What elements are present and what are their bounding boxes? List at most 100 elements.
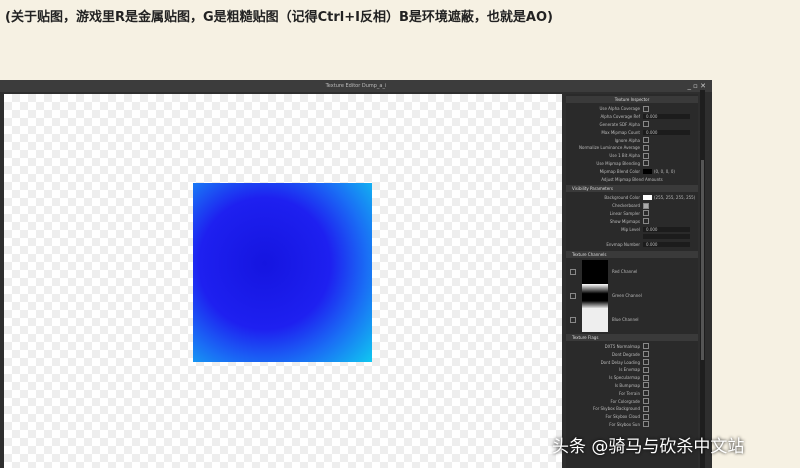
flag-checkbox[interactable]: [643, 374, 649, 381]
texture-editor-window: Texture Editor Dump_a_i _ ▫ ✕ Texture Ins…: [0, 80, 712, 468]
property-row: Linear Sampler: [566, 210, 698, 218]
checkbox[interactable]: [643, 144, 649, 151]
property-row: Ignore Alpha: [566, 136, 698, 144]
channels-section-header[interactable]: Texture Channels: [566, 250, 698, 258]
property-row: Use 1 Bit Alpha: [566, 152, 698, 160]
channel-label: Red Channel: [612, 269, 638, 275]
channel-thumbnail: [582, 259, 608, 284]
property-label: Show Mipmaps: [609, 218, 640, 224]
flags-section-header[interactable]: Texture Flags: [566, 333, 698, 341]
property-label: Ignore Alpha: [614, 137, 640, 143]
flag-label: DXT5 Normalmap: [604, 343, 640, 349]
color-value: (255, 255, 255, 255): [654, 195, 696, 201]
checkbox[interactable]: [643, 202, 649, 209]
flag-row: Is Bumpmap: [566, 382, 698, 390]
channel-row[interactable]: Blue Channel: [566, 307, 698, 332]
color-swatch[interactable]: [643, 195, 652, 201]
flag-checkbox[interactable]: [643, 413, 649, 420]
channel-toggle[interactable]: [570, 316, 576, 323]
flag-row: For Skybox Background: [566, 405, 698, 413]
property-row: Mip Level 0.000: [566, 225, 698, 233]
property-label: Background Color: [604, 195, 640, 201]
flag-checkbox[interactable]: [643, 343, 649, 350]
flag-label: For Colorgrade: [610, 398, 640, 404]
value-input[interactable]: 0.000: [643, 242, 690, 248]
property-label: Checkerboard: [612, 203, 640, 209]
channel-thumbnail: [582, 307, 608, 332]
checkbox[interactable]: [643, 218, 649, 225]
property-label: Generate SDF Alpha: [599, 121, 640, 127]
flag-checkbox[interactable]: [643, 366, 649, 373]
flag-label: Is Envmap: [619, 367, 640, 373]
property-label: Max Mipmap Count: [601, 129, 640, 135]
property-label: Mip Level: [621, 226, 640, 232]
flag-label: For Terrain: [618, 390, 640, 396]
property-row: Mipmap Blend Color (0, 0, 0, 0): [566, 167, 698, 175]
flag-row: Is Envmap: [566, 366, 698, 374]
flag-checkbox[interactable]: [643, 405, 649, 412]
texture-viewport[interactable]: [4, 94, 562, 468]
property-row: [566, 233, 698, 241]
property-row: Use Mipmap Blending: [566, 160, 698, 168]
flag-checkbox[interactable]: [643, 398, 649, 405]
value-input[interactable]: 0.000: [643, 114, 690, 120]
flag-row: For Skybox Cloud: [566, 413, 698, 421]
inspector-header: Texture Inspector: [566, 96, 698, 103]
flag-label: For Skybox Cloud: [605, 414, 640, 420]
color-swatch[interactable]: [643, 168, 652, 174]
flag-row: DXT5 Normalmap: [566, 343, 698, 351]
window-title: Texture Editor Dump_a_i: [325, 83, 387, 89]
checkbox[interactable]: [643, 137, 649, 144]
flag-row: For Skybox Sun: [566, 421, 698, 429]
property-label: Use Mipmap Blending: [596, 160, 640, 166]
flag-label: For Skybox Background: [593, 406, 640, 412]
visibility-section-header[interactable]: Visibility Parameters: [566, 184, 698, 192]
flag-row: Dont Degrade: [566, 350, 698, 358]
property-row: Show Mipmaps: [566, 217, 698, 225]
value-input[interactable]: [643, 234, 690, 240]
checkbox[interactable]: [643, 160, 649, 167]
checkbox[interactable]: [643, 121, 649, 128]
flag-checkbox[interactable]: [643, 382, 649, 389]
channel-row[interactable]: Red Channel: [566, 259, 698, 284]
property-row: Max Mipmap Count 0.000: [566, 128, 698, 136]
property-row: Checkerboard: [566, 202, 698, 210]
property-row: Generate SDF Alpha: [566, 121, 698, 129]
flag-row: For Colorgrade: [566, 397, 698, 405]
caption-text: (关于贴图，游戏里R是金属贴图，G是粗糙贴图（记得Ctrl+I反相）B是环境遮蔽…: [5, 10, 553, 25]
channel-toggle[interactable]: [570, 292, 576, 299]
flag-checkbox[interactable]: [643, 421, 649, 428]
property-row: Background Color (255, 255, 255, 255): [566, 194, 698, 202]
flag-label: Dont Degrade: [611, 351, 640, 357]
title-bar: Texture Editor Dump_a_i _ ▫ ✕: [0, 80, 712, 92]
inspector-panel: Texture Inspector Use Alpha Coverage Alph…: [566, 94, 698, 468]
adjust-mipmap-button[interactable]: Adjust Mipmap Blend Amounts: [566, 175, 698, 183]
property-row: Alpha Coverage Ref 0.000: [566, 113, 698, 121]
checkbox[interactable]: [643, 105, 649, 112]
channel-label: Green Channel: [612, 293, 642, 299]
watermark: 头条 @骑马与砍杀中文站: [552, 437, 745, 457]
checkbox[interactable]: [643, 210, 649, 217]
texture-preview: [193, 183, 372, 362]
flag-label: For Skybox Sun: [609, 421, 640, 427]
flag-checkbox[interactable]: [643, 390, 649, 397]
property-label: Normalize Luminance Average: [579, 145, 640, 151]
channel-toggle[interactable]: [570, 268, 576, 275]
color-value: (0, 0, 0, 0): [654, 168, 675, 174]
property-label: Mipmap Blend Color: [599, 168, 640, 174]
value-input[interactable]: 0.000: [643, 226, 690, 232]
flag-checkbox[interactable]: [643, 351, 649, 358]
flag-label: Dont Delay Loading: [600, 359, 640, 365]
flag-row: For Terrain: [566, 389, 698, 397]
channel-label: Blue Channel: [612, 317, 639, 323]
checkbox[interactable]: [643, 152, 649, 159]
property-row: Normalize Luminance Average: [566, 144, 698, 152]
property-label: Use Alpha Coverage: [599, 106, 640, 112]
property-label: Alpha Coverage Ref: [600, 114, 640, 120]
flag-checkbox[interactable]: [643, 359, 649, 366]
channel-thumbnail: [582, 283, 608, 308]
value-input[interactable]: 0.000: [643, 129, 690, 135]
panel-scrollbar[interactable]: [700, 90, 705, 468]
property-label: Linear Sampler: [609, 210, 640, 216]
channel-row[interactable]: Green Channel: [566, 283, 698, 308]
